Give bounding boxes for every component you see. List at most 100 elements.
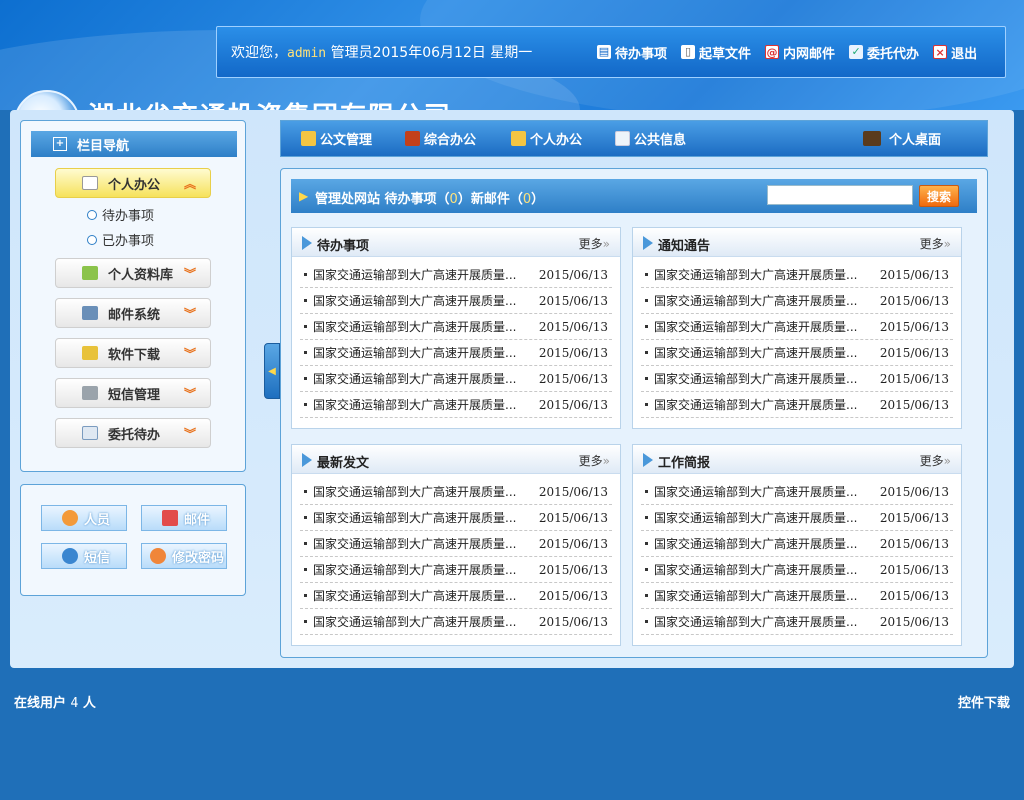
tab-label: 个人桌面 (889, 133, 942, 148)
sidebar-item-label: 委托待办 (108, 427, 161, 443)
sms-button[interactable]: 短信 (41, 543, 127, 569)
list-item[interactable]: 国家交通运输部到大广高速开展质量... 2015/06/13 (641, 479, 953, 505)
list-item[interactable]: 国家交通运输部到大广高速开展质量... 2015/06/13 (300, 531, 612, 557)
people-button[interactable]: 人员 (41, 505, 127, 531)
box-list: 国家交通运输部到大广高速开展质量... 2015/06/13 国家交通运输部到大广… (641, 479, 953, 635)
tab-general-office[interactable]: 综合办公 (405, 121, 476, 156)
more-link[interactable]: 更多» (579, 452, 610, 469)
item-title: 国家交通运输部到大广高速开展质量... (654, 589, 858, 603)
sidebar-item-personal-library[interactable]: 个人资料库 ︾ (55, 258, 211, 288)
box-title: 待办事项 (317, 239, 370, 254)
list-item[interactable]: 国家交通运输部到大广高速开展质量... 2015/06/13 (300, 505, 612, 531)
main-area: + 栏目导航 个人办公 ︽ 待办事项 已办事项 个人资料库 ︾ 邮件系统 ︾ 软… (10, 110, 1014, 668)
list-item[interactable]: 国家交通运输部到大广高速开展质量... 2015/06/13 (300, 479, 612, 505)
item-title: 国家交通运输部到大广高速开展质量... (654, 485, 858, 499)
list-item[interactable]: 国家交通运输部到大广高速开展质量... 2015/06/13 (641, 392, 953, 418)
list-item[interactable]: 国家交通运输部到大广高速开展质量... 2015/06/13 (641, 314, 953, 340)
message-icon (62, 548, 78, 564)
item-date: 2015/06/13 (879, 510, 949, 525)
subitem-pending[interactable]: 待办事项 (87, 205, 154, 224)
online-count: 4 (70, 696, 79, 711)
item-date: 2015/06/13 (538, 345, 608, 360)
change-password-button[interactable]: 修改密码 (141, 543, 227, 569)
list-item[interactable]: 国家交通运输部到大广高速开展质量... 2015/06/13 (300, 314, 612, 340)
subitem-label: 待办事项 (102, 209, 155, 224)
bullet-icon (304, 325, 307, 328)
item-date: 2015/06/13 (538, 536, 608, 551)
more-link[interactable]: 更多» (579, 235, 610, 252)
item-date: 2015/06/13 (879, 562, 949, 577)
sidebar-item-mail-system[interactable]: 邮件系统 ︾ (55, 298, 211, 328)
list-item[interactable]: 国家交通运输部到大广高速开展质量... 2015/06/13 (641, 262, 953, 288)
list-item[interactable]: 国家交通运输部到大广高速开展质量... 2015/06/13 (641, 340, 953, 366)
list-item[interactable]: 国家交通运输部到大广高速开展质量... 2015/06/13 (641, 557, 953, 583)
module-tabbar: 公文管理 综合办公 个人办公 公共信息 个人桌面 (280, 120, 988, 157)
list-item[interactable]: 国家交通运输部到大广高速开展质量... 2015/06/13 (300, 609, 612, 635)
item-date: 2015/06/13 (538, 397, 608, 412)
collapse-sidebar-toggle[interactable]: ◀ (264, 343, 280, 399)
list-item[interactable]: 国家交通运输部到大广高速开展质量... 2015/06/13 (300, 262, 612, 288)
list-item[interactable]: 国家交通运输部到大广高速开展质量... 2015/06/13 (300, 557, 612, 583)
tab-document-management[interactable]: 公文管理 (301, 121, 372, 156)
item-title: 国家交通运输部到大广高速开展质量... (313, 589, 517, 603)
subitem-done[interactable]: 已办事项 (87, 230, 154, 249)
item-title: 国家交通运输部到大广高速开展质量... (313, 372, 517, 386)
list-item[interactable]: 国家交通运输部到大广高速开展质量... 2015/06/13 (300, 288, 612, 314)
todo-link[interactable]: ▤ 待办事项 (597, 43, 667, 62)
mail-book-icon (162, 510, 178, 526)
sidebar-item-software-download[interactable]: 软件下载 ︾ (55, 338, 211, 368)
list-item[interactable]: 国家交通运输部到大广高速开展质量... 2015/06/13 (300, 392, 612, 418)
online-prefix: 在线用户 (14, 696, 67, 711)
list-item[interactable]: 国家交通运输部到大广高速开展质量... 2015/06/13 (641, 531, 953, 557)
tab-public-info[interactable]: 公共信息 (615, 121, 686, 156)
item-title: 国家交通运输部到大广高速开展质量... (313, 615, 517, 629)
item-date: 2015/06/13 (538, 614, 608, 629)
intranet-mail-link[interactable]: @ 内网邮件 (765, 43, 835, 62)
folder-user-icon (511, 131, 526, 146)
search-input[interactable] (767, 185, 913, 205)
sidebar-item-personal-office[interactable]: 个人办公 ︽ (55, 168, 211, 198)
bullet-icon (645, 516, 648, 519)
exit-icon: × (933, 45, 948, 59)
draft-file-link[interactable]: ▯ 起草文件 (681, 43, 751, 62)
item-date: 2015/06/13 (538, 588, 608, 603)
sidebar-item-label: 软件下载 (108, 347, 161, 363)
list-item[interactable]: 国家交通运输部到大广高速开展质量... 2015/06/13 (641, 609, 953, 635)
sidebar-item-delegate[interactable]: 委托待办 ︾ (55, 418, 211, 448)
item-title: 国家交通运输部到大广高速开展质量... (313, 268, 517, 282)
new-mail-count: 0 (522, 192, 532, 207)
list-item[interactable]: 国家交通运输部到大广高速开展质量... 2015/06/13 (300, 583, 612, 609)
calendar-icon: ▤ (597, 45, 611, 59)
search-button[interactable]: 搜索 (919, 185, 959, 207)
tab-personal-office[interactable]: 个人办公 (511, 121, 582, 156)
item-date: 2015/06/13 (879, 536, 949, 551)
work-briefing-box: 工作简报 更多» 国家交通运输部到大广高速开展质量... 2015/06/13 国… (632, 444, 962, 646)
list-item[interactable]: 国家交通运输部到大广高速开展质量... 2015/06/13 (641, 288, 953, 314)
item-title: 国家交通运输部到大广高速开展质量... (654, 372, 858, 386)
sidebar-item-label: 个人资料库 (108, 267, 174, 283)
more-link[interactable]: 更多» (920, 452, 951, 469)
more-label: 更多 (919, 454, 944, 468)
mail-button[interactable]: 邮件 (141, 505, 227, 531)
list-item[interactable]: 国家交通运输部到大广高速开展质量... 2015/06/13 (641, 505, 953, 531)
delegate-link[interactable]: ✓ 委托代办 (849, 43, 919, 62)
document-icon: ▯ (681, 45, 696, 59)
bullet-icon (304, 351, 307, 354)
item-date: 2015/06/13 (879, 397, 949, 412)
list-item[interactable]: 国家交通运输部到大广高速开展质量... 2015/06/13 (300, 366, 612, 392)
list-item[interactable]: 国家交通运输部到大广高速开展质量... 2015/06/13 (641, 366, 953, 392)
logout-label: 退出 (951, 46, 978, 62)
logout-link[interactable]: × 退出 (933, 43, 977, 62)
list-item[interactable]: 国家交通运输部到大广高速开展质量... 2015/06/13 (300, 340, 612, 366)
control-download-link[interactable]: 控件下载 (958, 692, 1010, 711)
tab-personal-desktop[interactable]: 个人桌面 (863, 121, 941, 156)
more-link[interactable]: 更多» (920, 235, 951, 252)
double-chevron-icon: » (602, 454, 610, 468)
monitor-icon (863, 131, 881, 146)
bullet-icon (304, 568, 307, 571)
tab-label: 公文管理 (320, 133, 373, 148)
sms-label: 短信 (84, 550, 111, 566)
list-item[interactable]: 国家交通运输部到大广高速开展质量... 2015/06/13 (641, 583, 953, 609)
sidebar-item-sms[interactable]: 短信管理 ︾ (55, 378, 211, 408)
library-icon (82, 266, 98, 280)
